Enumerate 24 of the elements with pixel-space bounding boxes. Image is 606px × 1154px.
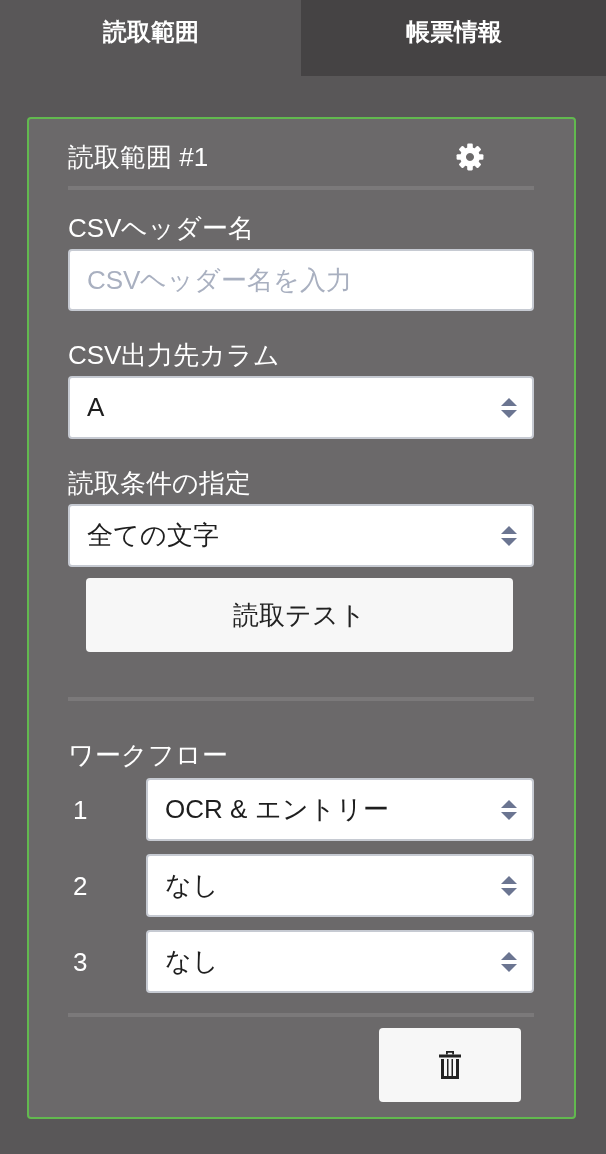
up-down-arrows-icon	[501, 525, 517, 546]
field-label: 読取条件の指定	[68, 467, 252, 500]
trash-icon	[439, 1051, 461, 1079]
field-label: CSV出力先カラム	[68, 339, 282, 372]
step-number: 2	[72, 869, 88, 903]
text-input[interactable]: CSVヘッダー名を入力	[68, 249, 534, 311]
delete-button[interactable]	[379, 1028, 521, 1102]
tab[interactable]: 帳票情報	[301, 0, 606, 76]
up-down-arrows-icon	[501, 799, 517, 820]
select-field[interactable]: OCR & エントリー	[146, 778, 534, 841]
select-field[interactable]: なし	[146, 854, 534, 917]
settings-icon[interactable]	[456, 143, 484, 171]
field-label: CSVヘッダー名	[68, 212, 256, 245]
up-down-arrows-icon	[501, 951, 517, 972]
select-field[interactable]: 全ての文字	[68, 504, 534, 567]
select-field[interactable]: A	[68, 376, 534, 439]
step-number: 3	[72, 945, 88, 979]
step-number: 1	[72, 793, 88, 827]
section-label: ワークフロー	[68, 739, 229, 772]
select-field[interactable]: なし	[146, 930, 534, 993]
up-down-arrows-icon	[501, 397, 517, 418]
card-title: 読取範囲 #1	[68, 141, 209, 174]
test-button[interactable]: 読取テスト	[86, 578, 513, 652]
up-down-arrows-icon	[501, 875, 517, 896]
